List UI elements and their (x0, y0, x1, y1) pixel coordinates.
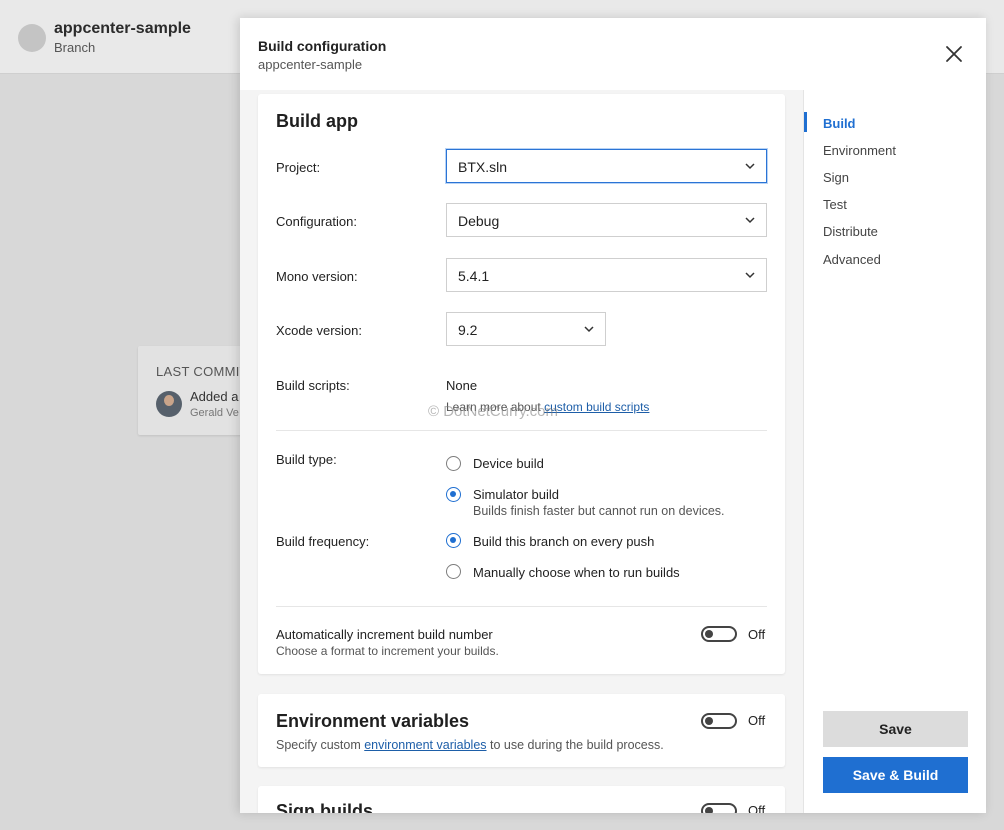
app-avatar (18, 24, 46, 52)
divider (276, 606, 767, 607)
xcode-version-select[interactable]: 9.2 (446, 312, 606, 346)
environment-variables-toggle-state: Off (748, 713, 766, 728)
environment-variables-card: Environment variables Off Specify custom… (258, 694, 785, 767)
project-select[interactable]: BTX.sln (446, 149, 767, 183)
nav-test[interactable]: Test (823, 197, 847, 212)
env-hint-suffix: to use during the build process. (486, 738, 664, 752)
mono-version-select[interactable]: 5.4.1 (446, 258, 767, 292)
build-app-card: Build app Project: BTX.sln Configuration… (258, 94, 785, 674)
increment-build-toggle-state: Off (748, 627, 766, 642)
nav-distribute[interactable]: Distribute (823, 224, 878, 239)
nav-environment[interactable]: Environment (823, 143, 896, 158)
build-scripts-value: None (446, 378, 478, 393)
save-and-build-button[interactable]: Save & Build (823, 757, 968, 793)
build-app-title: Build app (276, 111, 358, 131)
build-frequency-label: Build frequency: (276, 534, 370, 549)
nav-advanced[interactable]: Advanced (823, 252, 881, 267)
mono-version-label: Mono version: (276, 269, 358, 284)
manual-build-label[interactable]: Manually choose when to run builds (473, 565, 680, 580)
chevron-down-icon (745, 272, 755, 279)
modal-title: Build configuration (258, 38, 387, 54)
build-configuration-modal: Build configuration appcenter-sample Bui… (240, 18, 986, 813)
last-commit-title: LAST COMMIT (156, 364, 248, 379)
simulator-build-radio[interactable] (446, 487, 461, 502)
manual-build-radio[interactable] (446, 564, 461, 579)
chevron-down-icon (745, 217, 755, 224)
active-section-indicator (804, 112, 807, 132)
close-icon[interactable] (942, 42, 966, 66)
app-title: appcenter-sample (54, 20, 191, 37)
increment-build-toggle[interactable] (701, 626, 737, 642)
increment-build-hint: Choose a format to increment your builds… (276, 644, 499, 658)
sign-builds-card: Sign builds Off (258, 786, 785, 813)
simulator-build-hint: Builds finish faster but cannot run on d… (473, 504, 725, 518)
section-navigation: Build Environment Sign Test Distribute A… (803, 90, 986, 813)
build-scripts-label: Build scripts: (276, 378, 350, 393)
watermark: © DotNetCurry.com (428, 403, 558, 420)
custom-build-scripts-link[interactable]: custom build scripts (544, 400, 649, 414)
sign-builds-toggle-state: Off (748, 803, 766, 813)
save-button[interactable]: Save (823, 711, 968, 747)
app-subtitle: Branch (54, 40, 96, 55)
mono-version-value: 5.4.1 (458, 268, 490, 284)
chevron-down-icon (584, 326, 594, 333)
modal-content[interactable]: Build app Project: BTX.sln Configuration… (240, 90, 803, 813)
configuration-select[interactable]: Debug (446, 203, 767, 237)
environment-variables-link[interactable]: environment variables (364, 738, 486, 752)
sign-builds-title: Sign builds (276, 801, 373, 813)
environment-variables-hint: Specify custom environment variables to … (276, 738, 664, 752)
build-type-label: Build type: (276, 452, 337, 467)
device-build-radio[interactable] (446, 456, 461, 471)
commit-author: Gerald Ve (190, 407, 239, 419)
xcode-version-label: Xcode version: (276, 323, 362, 338)
device-build-label[interactable]: Device build (473, 456, 544, 471)
nav-sign[interactable]: Sign (823, 170, 849, 185)
modal-header: Build configuration appcenter-sample (240, 18, 986, 90)
project-label: Project: (276, 160, 321, 175)
configuration-value: Debug (458, 213, 500, 229)
divider (276, 430, 767, 431)
nav-build[interactable]: Build (823, 116, 856, 131)
environment-variables-toggle[interactable] (701, 713, 737, 729)
modal-subtitle: appcenter-sample (258, 57, 363, 72)
configuration-label: Configuration: (276, 214, 357, 229)
every-push-label[interactable]: Build this branch on every push (473, 534, 654, 549)
xcode-version-value: 9.2 (458, 322, 478, 338)
commit-author-avatar (156, 391, 182, 417)
chevron-down-icon (745, 163, 755, 170)
every-push-radio[interactable] (446, 533, 461, 548)
commit-message: Added a (190, 389, 239, 404)
simulator-build-label[interactable]: Simulator build (473, 487, 559, 502)
increment-build-label: Automatically increment build number (276, 627, 493, 642)
project-value: BTX.sln (458, 159, 508, 175)
env-hint-prefix: Specify custom (276, 738, 365, 752)
sign-builds-toggle[interactable] (701, 803, 737, 813)
environment-variables-title: Environment variables (276, 711, 470, 731)
